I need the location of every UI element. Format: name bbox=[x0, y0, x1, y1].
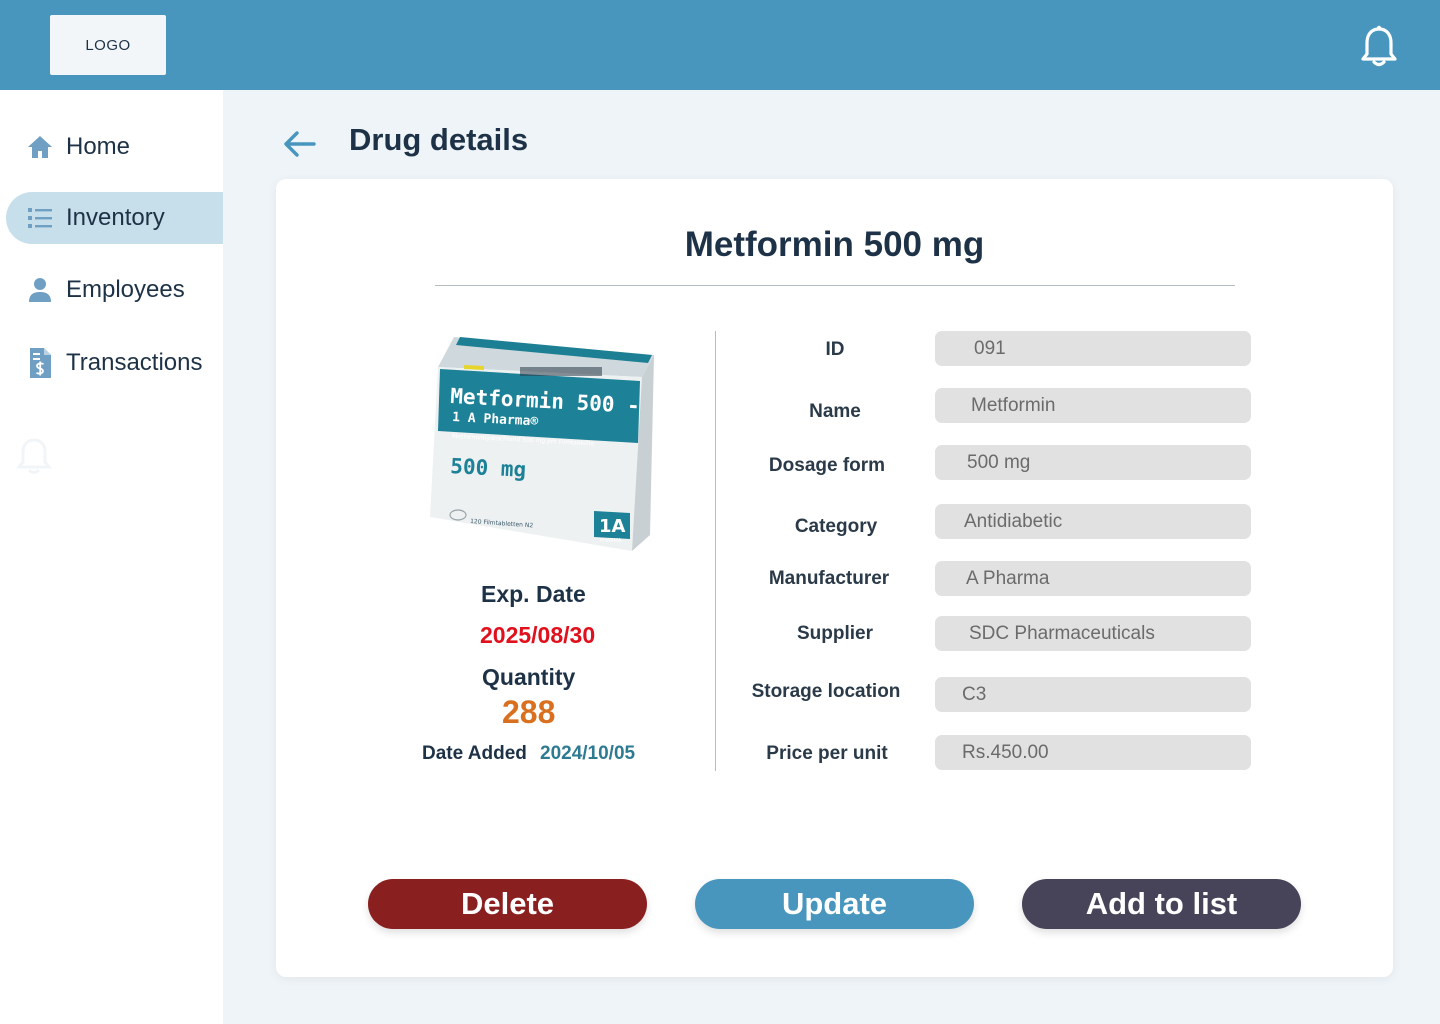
home-icon bbox=[26, 133, 54, 161]
update-button[interactable]: Update bbox=[695, 879, 974, 929]
storage-location-field[interactable]: C3 bbox=[935, 677, 1251, 712]
user-icon bbox=[26, 276, 54, 304]
field-label-manufacturer: Manufacturer bbox=[768, 568, 890, 589]
field-label-storage-location: Storage location bbox=[751, 681, 901, 702]
quantity-label: Quantity bbox=[482, 664, 576, 690]
list-icon bbox=[26, 204, 54, 232]
package-badge-sub-text: PHARMA bbox=[600, 538, 622, 544]
field-label-category: Category bbox=[794, 516, 878, 537]
sidebar-item-inventory[interactable]: Inventory bbox=[6, 192, 223, 244]
dosage-form-field[interactable]: 500 mg bbox=[935, 445, 1251, 480]
field-label-id: ID bbox=[825, 339, 845, 360]
delete-button[interactable]: Delete bbox=[368, 879, 647, 929]
top-bar: LOGO bbox=[0, 0, 1440, 90]
date-added-label: Date Added bbox=[422, 743, 527, 764]
sidebar-item-transactions[interactable]: Transactions bbox=[6, 337, 223, 389]
field-label-name: Name bbox=[809, 401, 861, 422]
field-label-price-per-unit: Price per unit bbox=[766, 743, 888, 764]
sidebar-item-home[interactable]: Home bbox=[6, 121, 223, 173]
package-strength-text: 500 mg bbox=[450, 454, 527, 482]
exp-date-value: 2025/08/30 bbox=[480, 622, 596, 648]
field-label-dosage-form: Dosage form bbox=[768, 455, 886, 476]
invoice-icon bbox=[26, 348, 54, 378]
date-added-value: 2024/10/05 bbox=[540, 743, 636, 764]
sidebar-item-label: Inventory bbox=[66, 204, 165, 231]
exp-date-label: Exp. Date bbox=[481, 581, 586, 607]
category-field[interactable]: Antidiabetic bbox=[935, 504, 1251, 539]
page-title: Drug details bbox=[349, 122, 529, 157]
logo[interactable]: LOGO bbox=[50, 15, 166, 75]
supplier-field[interactable]: SDC Pharmaceuticals bbox=[935, 616, 1251, 651]
package-badge-text: 1A bbox=[599, 516, 626, 537]
manufacturer-field[interactable]: A Pharma bbox=[935, 561, 1251, 596]
field-label-supplier: Supplier bbox=[796, 623, 873, 644]
arrow-left-icon[interactable] bbox=[280, 124, 320, 164]
add-to-list-button[interactable]: Add to list bbox=[1022, 879, 1301, 929]
id-field[interactable]: 091 bbox=[935, 331, 1251, 366]
quantity-value: 288 bbox=[502, 694, 556, 730]
name-field[interactable]: Metformin bbox=[935, 388, 1251, 423]
sidebar-item-label: Transactions bbox=[66, 349, 203, 376]
divider bbox=[715, 331, 716, 771]
bell-icon[interactable] bbox=[1358, 24, 1400, 68]
drug-name-heading: Metformin 500 mg bbox=[684, 225, 985, 264]
sidebar: Home Inventory Employees Transactions bbox=[0, 90, 223, 1024]
drug-details-card: Metformin 500 mg Metformin 500 - 1 A Pha… bbox=[276, 179, 1393, 977]
sidebar-item-employees[interactable]: Employees bbox=[6, 264, 223, 316]
bell-icon bbox=[16, 438, 52, 474]
sidebar-item-label: Home bbox=[66, 133, 131, 160]
sidebar-item-label: Employees bbox=[66, 276, 185, 303]
divider bbox=[435, 285, 1235, 286]
drug-package-image: Metformin 500 - 1 A Pharma® Metforminhyd… bbox=[430, 337, 654, 551]
price-per-unit-field[interactable]: Rs.450.00 bbox=[935, 735, 1251, 770]
